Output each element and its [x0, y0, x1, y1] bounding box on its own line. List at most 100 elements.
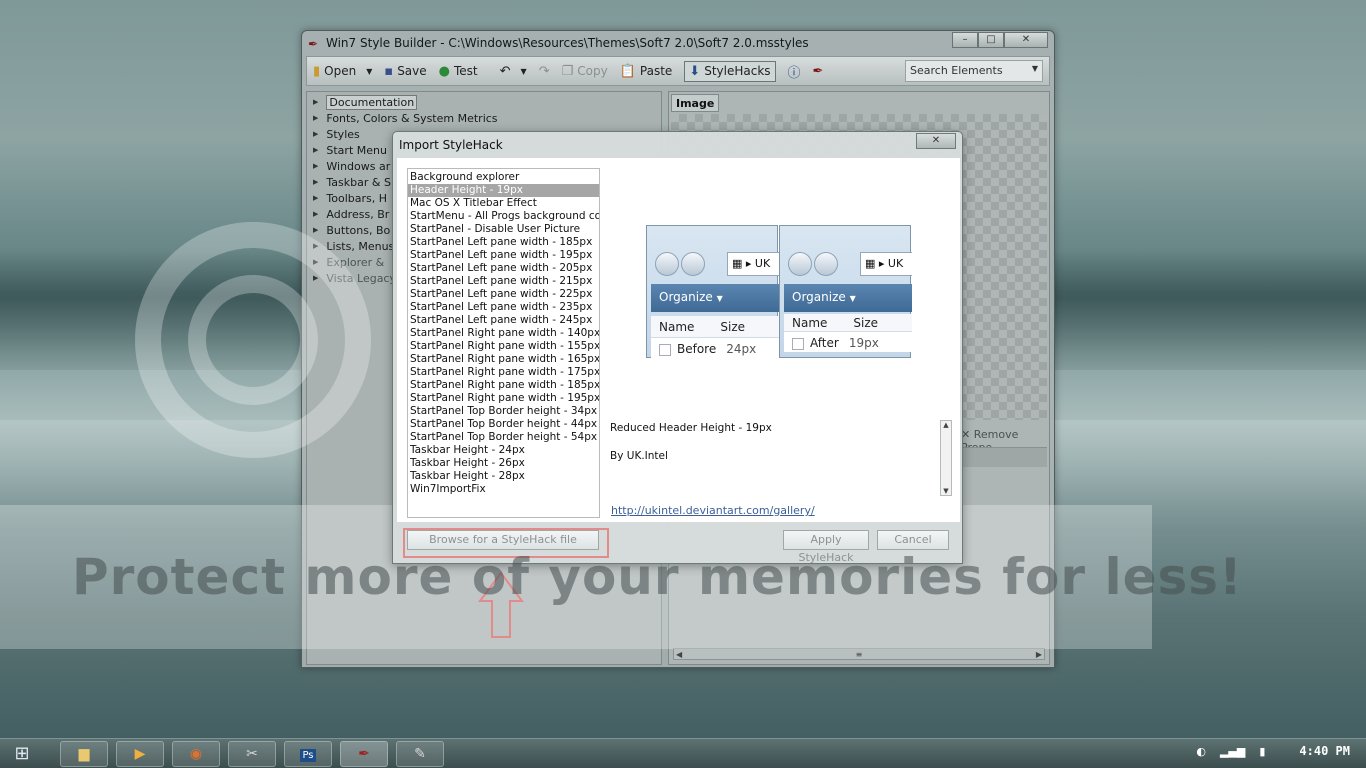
taskbar-firefox[interactable]: ◉: [172, 741, 220, 767]
taskbar-explorer[interactable]: ▆: [60, 741, 108, 767]
description-text: Reduced Header Height - 19px: [610, 422, 772, 434]
brush-icon: ✒: [812, 63, 824, 79]
close-button[interactable]: ✕: [1004, 32, 1048, 48]
test-button[interactable]: ● Test: [439, 64, 478, 79]
expand-arrow-icon[interactable]: ▶: [313, 114, 318, 122]
expand-arrow-icon[interactable]: ▶: [313, 178, 318, 186]
stylehacks-button[interactable]: ⬇ StyleHacks: [684, 60, 776, 82]
start-button[interactable]: ⊞: [4, 741, 40, 767]
list-item-selected[interactable]: Header Height - 19px: [408, 184, 599, 197]
back-icon: [788, 252, 812, 276]
list-item[interactable]: StartPanel Right pane width - 165px: [408, 353, 599, 366]
nav-buttons: [655, 252, 705, 276]
list-item[interactable]: StartPanel Left pane width - 185px: [408, 236, 599, 249]
tab-image[interactable]: Image: [671, 94, 719, 112]
nav-buttons: [788, 252, 838, 276]
forward-icon: [681, 252, 705, 276]
info-button[interactable]: ⓘ: [788, 62, 801, 81]
scroll-down-icon[interactable]: ▼: [943, 487, 948, 495]
scroll-up-icon[interactable]: ▲: [943, 421, 948, 429]
taskbar-paint[interactable]: ✎: [396, 741, 444, 767]
stylehack-list[interactable]: Background explorer Header Height - 19px…: [407, 168, 600, 518]
description-textbox[interactable]: Reduced Header Height - 19px By UK.Intel…: [606, 420, 952, 496]
window-title: Win7 Style Builder - C:\Windows\Resource…: [326, 36, 809, 50]
list-item[interactable]: StartPanel Left pane width - 215px: [408, 275, 599, 288]
redo-icon: ↷: [538, 63, 550, 79]
list-item[interactable]: Taskbar Height - 24px: [408, 444, 599, 457]
tree-item[interactable]: ▶ Documentation: [307, 94, 661, 110]
expand-arrow-icon[interactable]: ▶: [313, 194, 318, 202]
download-icon: ⬇: [689, 63, 701, 79]
list-item[interactable]: StartPanel Left pane width - 225px: [408, 288, 599, 301]
list-item[interactable]: StartMenu - All Progs background color: [408, 210, 599, 223]
app-logo-button[interactable]: ✒: [813, 64, 824, 79]
list-item[interactable]: StartPanel Top Border height - 54px: [408, 431, 599, 444]
scroll-grip-icon[interactable]: ≡: [856, 650, 863, 659]
signal-icon[interactable]: ▂▄▆: [1220, 745, 1245, 758]
tree-item[interactable]: ▶ Fonts, Colors & System Metrics: [307, 110, 661, 126]
list-item[interactable]: Mac OS X Titlebar Effect: [408, 197, 599, 210]
list-item[interactable]: StartPanel Left pane width - 205px: [408, 262, 599, 275]
stylehacks-label: StyleHacks: [704, 64, 771, 78]
firefox-icon: ◉: [189, 746, 203, 762]
expand-arrow-icon[interactable]: ▶: [313, 146, 318, 154]
list-item[interactable]: Taskbar Height - 28px: [408, 470, 599, 483]
taskbar-photoshop[interactable]: Ps: [284, 741, 332, 767]
list-item[interactable]: StartPanel Right pane width - 155px: [408, 340, 599, 353]
vertical-scrollbar[interactable]: ▲ ▼: [940, 420, 952, 496]
scroll-left-icon[interactable]: ◀: [676, 650, 682, 659]
author-gallery-link[interactable]: http://ukintel.deviantart.com/gallery/: [611, 504, 815, 517]
cancel-button[interactable]: Cancel: [877, 530, 949, 550]
list-item[interactable]: StartPanel Top Border height - 34px: [408, 405, 599, 418]
clipboard-icon: 📋: [619, 63, 636, 79]
battery-icon[interactable]: ▮: [1259, 745, 1265, 758]
chevron-down-icon[interactable]: ▼: [521, 67, 527, 76]
taskbar-tools[interactable]: ✂: [228, 741, 276, 767]
undo-button[interactable]: ↶ ▼: [500, 64, 527, 79]
list-item[interactable]: StartPanel Right pane width - 140px: [408, 327, 599, 340]
expand-arrow-icon[interactable]: ▶: [313, 226, 318, 234]
taskbar-media-player[interactable]: ▶: [116, 741, 164, 767]
dialog-close-button[interactable]: ✕: [916, 133, 956, 149]
open-button[interactable]: ▮ Open ▼: [313, 64, 372, 79]
list-item[interactable]: StartPanel Top Border height - 44px: [408, 418, 599, 431]
apply-stylehack-button[interactable]: Apply StyleHack: [783, 530, 869, 564]
preview-after: ▦ ▸ UK Organize ▼ Name Size After 19px: [779, 225, 912, 358]
list-item[interactable]: StartPanel Left pane width - 235px: [408, 301, 599, 314]
file-row: After 19px: [784, 332, 912, 352]
toggle-icon[interactable]: ◐: [1196, 745, 1206, 758]
expand-arrow-icon[interactable]: ▶: [313, 162, 318, 170]
list-item[interactable]: StartPanel - Disable User Picture: [408, 223, 599, 236]
chevron-down-icon: ▼: [716, 294, 723, 303]
expand-arrow-icon[interactable]: ▶: [313, 98, 318, 106]
list-item[interactable]: Taskbar Height - 26px: [408, 457, 599, 470]
open-label: Open: [324, 64, 357, 78]
copy-button[interactable]: ❐ Copy: [562, 64, 608, 79]
maximize-button[interactable]: □: [978, 32, 1004, 48]
list-item[interactable]: StartPanel Right pane width - 195px: [408, 392, 599, 405]
expand-arrow-icon[interactable]: ▶: [313, 210, 318, 218]
tools-icon: ✂: [246, 746, 258, 762]
redo-button[interactable]: ↷: [539, 64, 550, 79]
paste-button[interactable]: 📋 Paste: [620, 64, 673, 79]
list-item[interactable]: Background explorer: [408, 171, 599, 184]
list-item[interactable]: Win7ImportFix: [408, 483, 599, 496]
scroll-right-icon[interactable]: ▶: [1036, 650, 1042, 659]
folder-icon: ▮: [313, 63, 321, 79]
list-item[interactable]: StartPanel Left pane width - 245px: [408, 314, 599, 327]
command-bar: Organize ▼: [651, 284, 791, 312]
save-button[interactable]: ▪ Save: [384, 64, 426, 79]
play-icon: ●: [438, 63, 450, 79]
minimize-button[interactable]: –: [952, 32, 978, 48]
horizontal-scrollbar[interactable]: ◀ ≡ ▶: [673, 648, 1045, 660]
clock[interactable]: 4:40 PM: [1299, 744, 1350, 758]
chevron-down-icon[interactable]: ▼: [366, 67, 372, 76]
list-item[interactable]: StartPanel Left pane width - 195px: [408, 249, 599, 262]
expand-arrow-icon[interactable]: ▶: [313, 130, 318, 138]
paint-icon: ✎: [414, 746, 426, 762]
list-item[interactable]: StartPanel Right pane width - 175px: [408, 366, 599, 379]
list-item[interactable]: StartPanel Right pane width - 185px: [408, 379, 599, 392]
save-label: Save: [397, 64, 427, 78]
search-elements-dropdown[interactable]: Search Elements ▼: [905, 60, 1043, 82]
taskbar-style-builder[interactable]: ✒: [340, 741, 388, 767]
